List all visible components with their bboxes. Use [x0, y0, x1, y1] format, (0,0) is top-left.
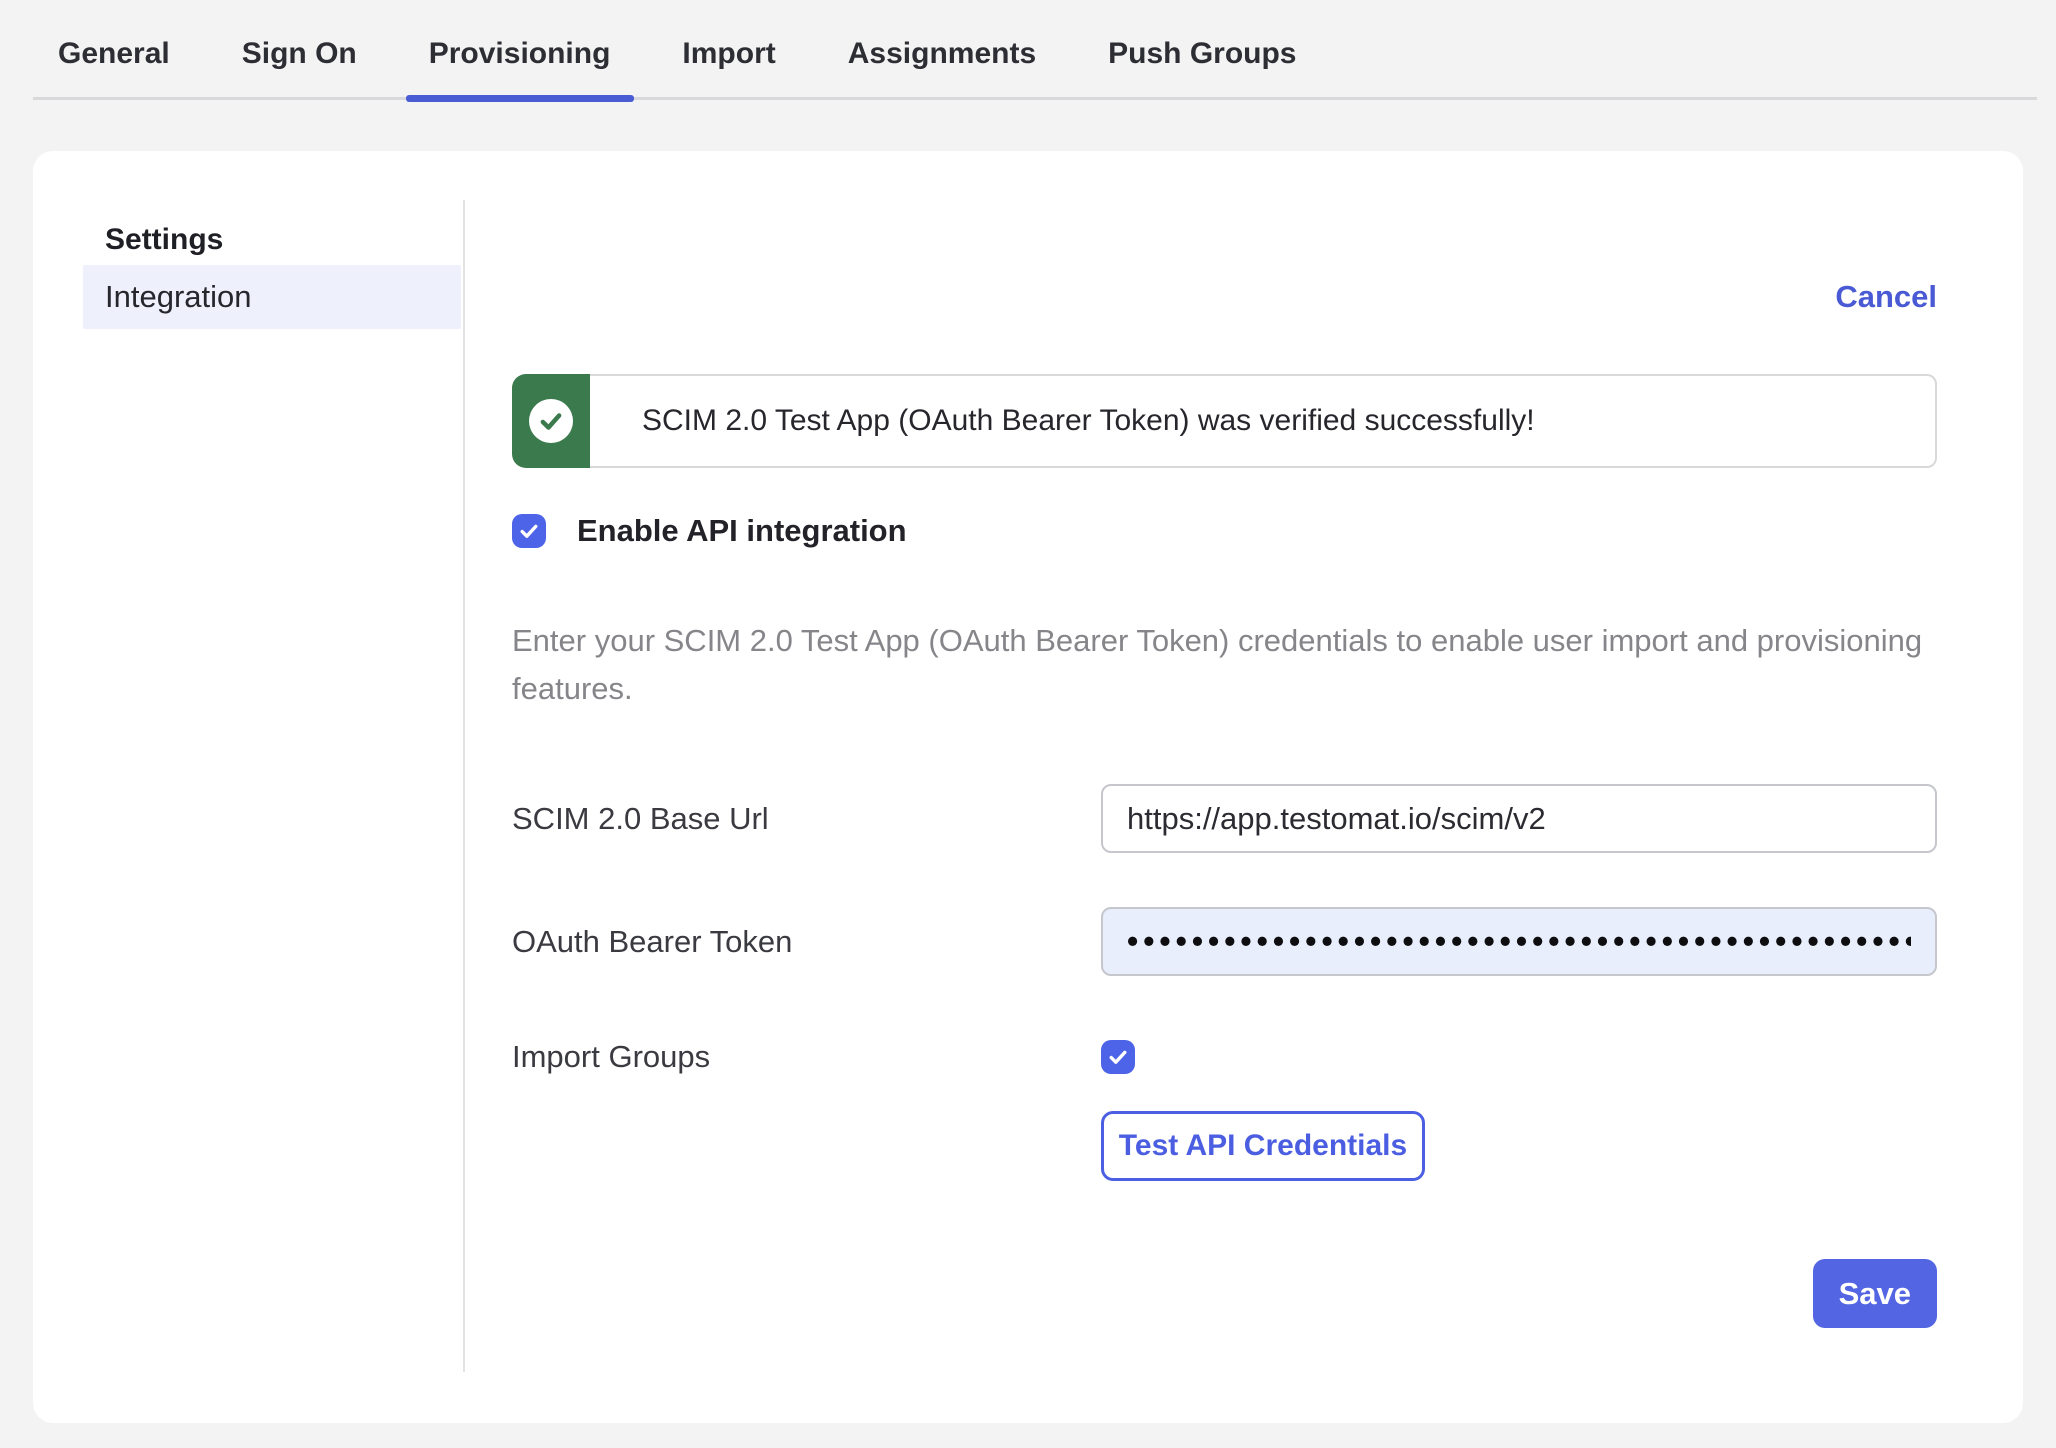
enable-api-row: Enable API integration: [512, 511, 1937, 551]
test-api-credentials-button[interactable]: Test API Credentials: [1101, 1111, 1425, 1181]
scim-base-url-label: SCIM 2.0 Base Url: [512, 801, 1101, 837]
scim-base-url-input[interactable]: [1101, 784, 1937, 853]
success-banner: SCIM 2.0 Test App (OAuth Bearer Token) w…: [512, 374, 1937, 468]
integration-settings-panel: Cancel SCIM 2.0 Test App (OAuth Bearer T…: [465, 151, 2023, 1423]
tab-sign-on[interactable]: Sign On: [242, 1, 357, 97]
oauth-token-row: OAuth Bearer Token: [512, 907, 1937, 976]
check-circle-icon: [529, 399, 573, 443]
tab-general[interactable]: General: [58, 1, 170, 97]
tab-provisioning[interactable]: Provisioning: [429, 1, 611, 97]
success-banner-icon-block: [512, 374, 590, 468]
settings-sidebar: Settings Integration: [33, 151, 463, 1423]
cancel-button[interactable]: Cancel: [1835, 279, 1937, 314]
credentials-description: Enter your SCIM 2.0 Test App (OAuth Bear…: [512, 617, 1937, 713]
tab-push-groups[interactable]: Push Groups: [1108, 1, 1296, 97]
import-groups-checkbox[interactable]: [1101, 1040, 1135, 1074]
tab-assignments[interactable]: Assignments: [848, 1, 1036, 97]
oauth-token-label: OAuth Bearer Token: [512, 924, 1101, 960]
success-banner-message: SCIM 2.0 Test App (OAuth Bearer Token) w…: [590, 374, 1937, 468]
save-row: Save: [512, 1259, 1937, 1328]
test-credentials-row: Test API Credentials: [512, 1111, 1937, 1181]
import-groups-label: Import Groups: [512, 1039, 1101, 1075]
oauth-token-input[interactable]: [1101, 907, 1937, 976]
enable-api-checkbox[interactable]: [512, 514, 546, 548]
sidebar-heading: Settings: [33, 215, 463, 265]
provisioning-card: Settings Integration Cancel SCIM 2.0 Tes…: [33, 151, 2023, 1423]
save-button[interactable]: Save: [1813, 1259, 1937, 1328]
scim-base-url-row: SCIM 2.0 Base Url: [512, 784, 1937, 853]
app-tab-bar: General Sign On Provisioning Import Assi…: [33, 0, 2037, 100]
sidebar-item-integration[interactable]: Integration: [83, 265, 461, 329]
cancel-row: Cancel: [512, 279, 1937, 317]
tab-import[interactable]: Import: [682, 1, 775, 97]
enable-api-label: Enable API integration: [577, 513, 907, 549]
import-groups-row: Import Groups: [512, 1037, 1937, 1077]
